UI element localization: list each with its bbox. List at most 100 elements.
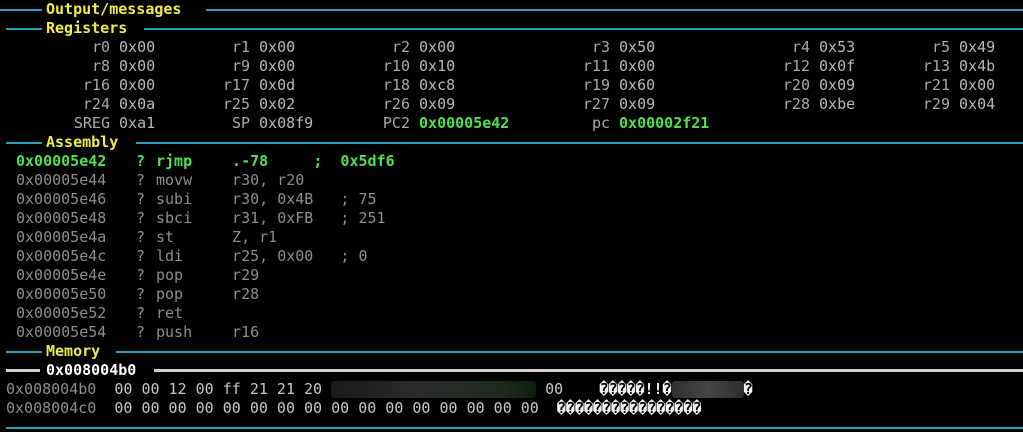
register-name: pc <box>591 114 610 132</box>
instruction-opcode: sbci <box>156 209 193 227</box>
memory-row-hex-tail: 00 <box>536 380 600 398</box>
register-r0: r0 0x00 <box>62 38 155 57</box>
redacted-region <box>671 381 744 398</box>
register-value: 0x00005e42 <box>410 114 510 132</box>
instruction-marker: ? <box>136 228 146 246</box>
instruction-marker: ? <box>136 190 146 208</box>
instruction-marker: ? <box>136 152 146 170</box>
instruction-operands: .-78 <box>214 152 269 170</box>
memory-row-ascii-tail: � <box>743 380 753 398</box>
register-r9: r9 0x00 <box>202 57 295 76</box>
register-value: 0x08f9 <box>250 114 314 132</box>
registers-title: Registers <box>46 19 128 37</box>
register-name: r12 <box>782 57 810 75</box>
register-name: r24 <box>82 95 110 113</box>
register-name: r5 <box>931 38 950 56</box>
register-name: r13 <box>922 57 950 75</box>
instruction-line: 0x00005e4a? st Z, r1 <box>16 228 277 247</box>
register-name: r3 <box>591 38 610 56</box>
instruction-line: 0x00005e46? subi r30, 0x4B ; 75 <box>16 190 377 209</box>
register-r29: r29 0x04 <box>902 95 995 114</box>
register-name: r9 <box>231 57 250 75</box>
register-value: 0x00 <box>110 76 156 94</box>
register-value: 0x04 <box>950 95 996 113</box>
register-pc: pc 0x00002f21 <box>562 114 709 133</box>
register-value: 0x50 <box>610 38 656 56</box>
register-value: 0x00 <box>250 38 296 56</box>
register-r16: r16 0x00 <box>62 76 155 95</box>
instruction-line: 0x00005e52? ret <box>16 304 214 323</box>
instruction-opcode: ldi <box>156 247 184 265</box>
instruction-line: 0x00005e54? push r16 <box>16 323 259 342</box>
instruction-marker: ? <box>136 266 146 284</box>
instruction-line: 0x00005e4e? pop r29 <box>16 266 259 285</box>
register-name: PC2 <box>382 114 410 132</box>
bottom-rule <box>6 427 1023 429</box>
register-r25: r25 0x02 <box>202 95 295 114</box>
instruction-opcode: st <box>156 228 175 246</box>
instruction-marker: ? <box>136 247 146 265</box>
memory-row: 0x008004b0 00 00 12 00 ff 21 21 20 00 ��… <box>6 380 753 399</box>
instruction-comment: ; 75 <box>313 190 377 208</box>
instruction-opcode: push <box>156 323 193 341</box>
instruction-marker: ? <box>136 285 146 303</box>
instruction-opcode: movw <box>156 171 193 189</box>
instruction-marker: ? <box>136 304 146 322</box>
instruction-operands: r29 <box>214 266 260 284</box>
instruction-address: 0x00005e54 <box>16 323 107 341</box>
instruction-address: 0x00005e50 <box>16 285 107 303</box>
register-value: 0x00 <box>410 38 456 56</box>
memory-row-address: 0x008004c0 <box>6 399 115 417</box>
instruction-operands: r31, 0xFB <box>214 209 314 227</box>
header-rule <box>206 9 1023 11</box>
memory-header: Memory <box>0 342 1023 361</box>
memory-row-ascii: �����!!� <box>599 380 672 398</box>
memory-row-address: 0x008004b0 <box>6 380 115 398</box>
registers-header: Registers <box>0 19 1023 38</box>
register-r18: r18 0xc8 <box>362 76 455 95</box>
instruction-operands: r30, 0x4B <box>214 190 314 208</box>
instruction-address: 0x00005e4c <box>16 247 107 265</box>
register-value: 0xa1 <box>110 114 156 132</box>
memory-row: 0x008004c0 00 00 00 00 00 00 00 00 00 00… <box>6 399 701 418</box>
register-r21: r21 0x00 <box>902 76 995 95</box>
register-r24: r24 0x0a <box>62 95 155 114</box>
register-name: r8 <box>91 57 110 75</box>
register-value: 0x00 <box>110 57 156 75</box>
register-r13: r13 0x4b <box>902 57 995 76</box>
register-r2: r2 0x00 <box>362 38 455 57</box>
register-r27: r27 0x09 <box>562 95 655 114</box>
register-value: 0x60 <box>610 76 656 94</box>
instruction-address: 0x00005e44 <box>16 171 107 189</box>
register-value: 0x49 <box>950 38 996 56</box>
register-sp: SP 0x08f9 <box>202 114 313 133</box>
redacted-region <box>331 381 537 398</box>
register-name: r19 <box>582 76 610 94</box>
register-r12: r12 0x0f <box>762 57 855 76</box>
register-value: 0x00 <box>610 57 656 75</box>
memory-address-bar: 0x008004b0 <box>6 361 1023 380</box>
register-r3: r3 0x50 <box>562 38 655 57</box>
register-value: 0x0d <box>250 76 296 94</box>
register-value: 0x09 <box>410 95 456 113</box>
instruction-address: 0x00005e52 <box>16 304 107 322</box>
instruction-line: 0x00005e48? sbci r31, 0xFB ; 251 <box>16 209 386 228</box>
register-value: 0x09 <box>610 95 656 113</box>
assembly-header: Assembly <box>0 133 1023 152</box>
instruction-line: 0x00005e4c? ldi r25, 0x00 ; 0 <box>16 247 368 266</box>
current-instruction: 0x00005e42? rjmp .-78 ; 0x5df6 <box>16 152 395 171</box>
register-name: r25 <box>222 95 250 113</box>
register-name: SP <box>231 114 250 132</box>
instruction-comment: ; 0 <box>313 247 368 265</box>
register-value: 0x00002f21 <box>610 114 710 132</box>
instruction-line: 0x00005e44? movw r30, r20 <box>16 171 304 190</box>
instruction-address: 0x00005e46 <box>16 190 107 208</box>
register-r10: r10 0x10 <box>362 57 455 76</box>
register-value: 0x4b <box>950 57 996 75</box>
register-name: SREG <box>73 114 110 132</box>
register-name: r28 <box>782 95 810 113</box>
register-value: 0x0f <box>810 57 856 75</box>
register-name: r4 <box>791 38 810 56</box>
instruction-opcode: subi <box>156 190 193 208</box>
register-name: r21 <box>922 76 950 94</box>
